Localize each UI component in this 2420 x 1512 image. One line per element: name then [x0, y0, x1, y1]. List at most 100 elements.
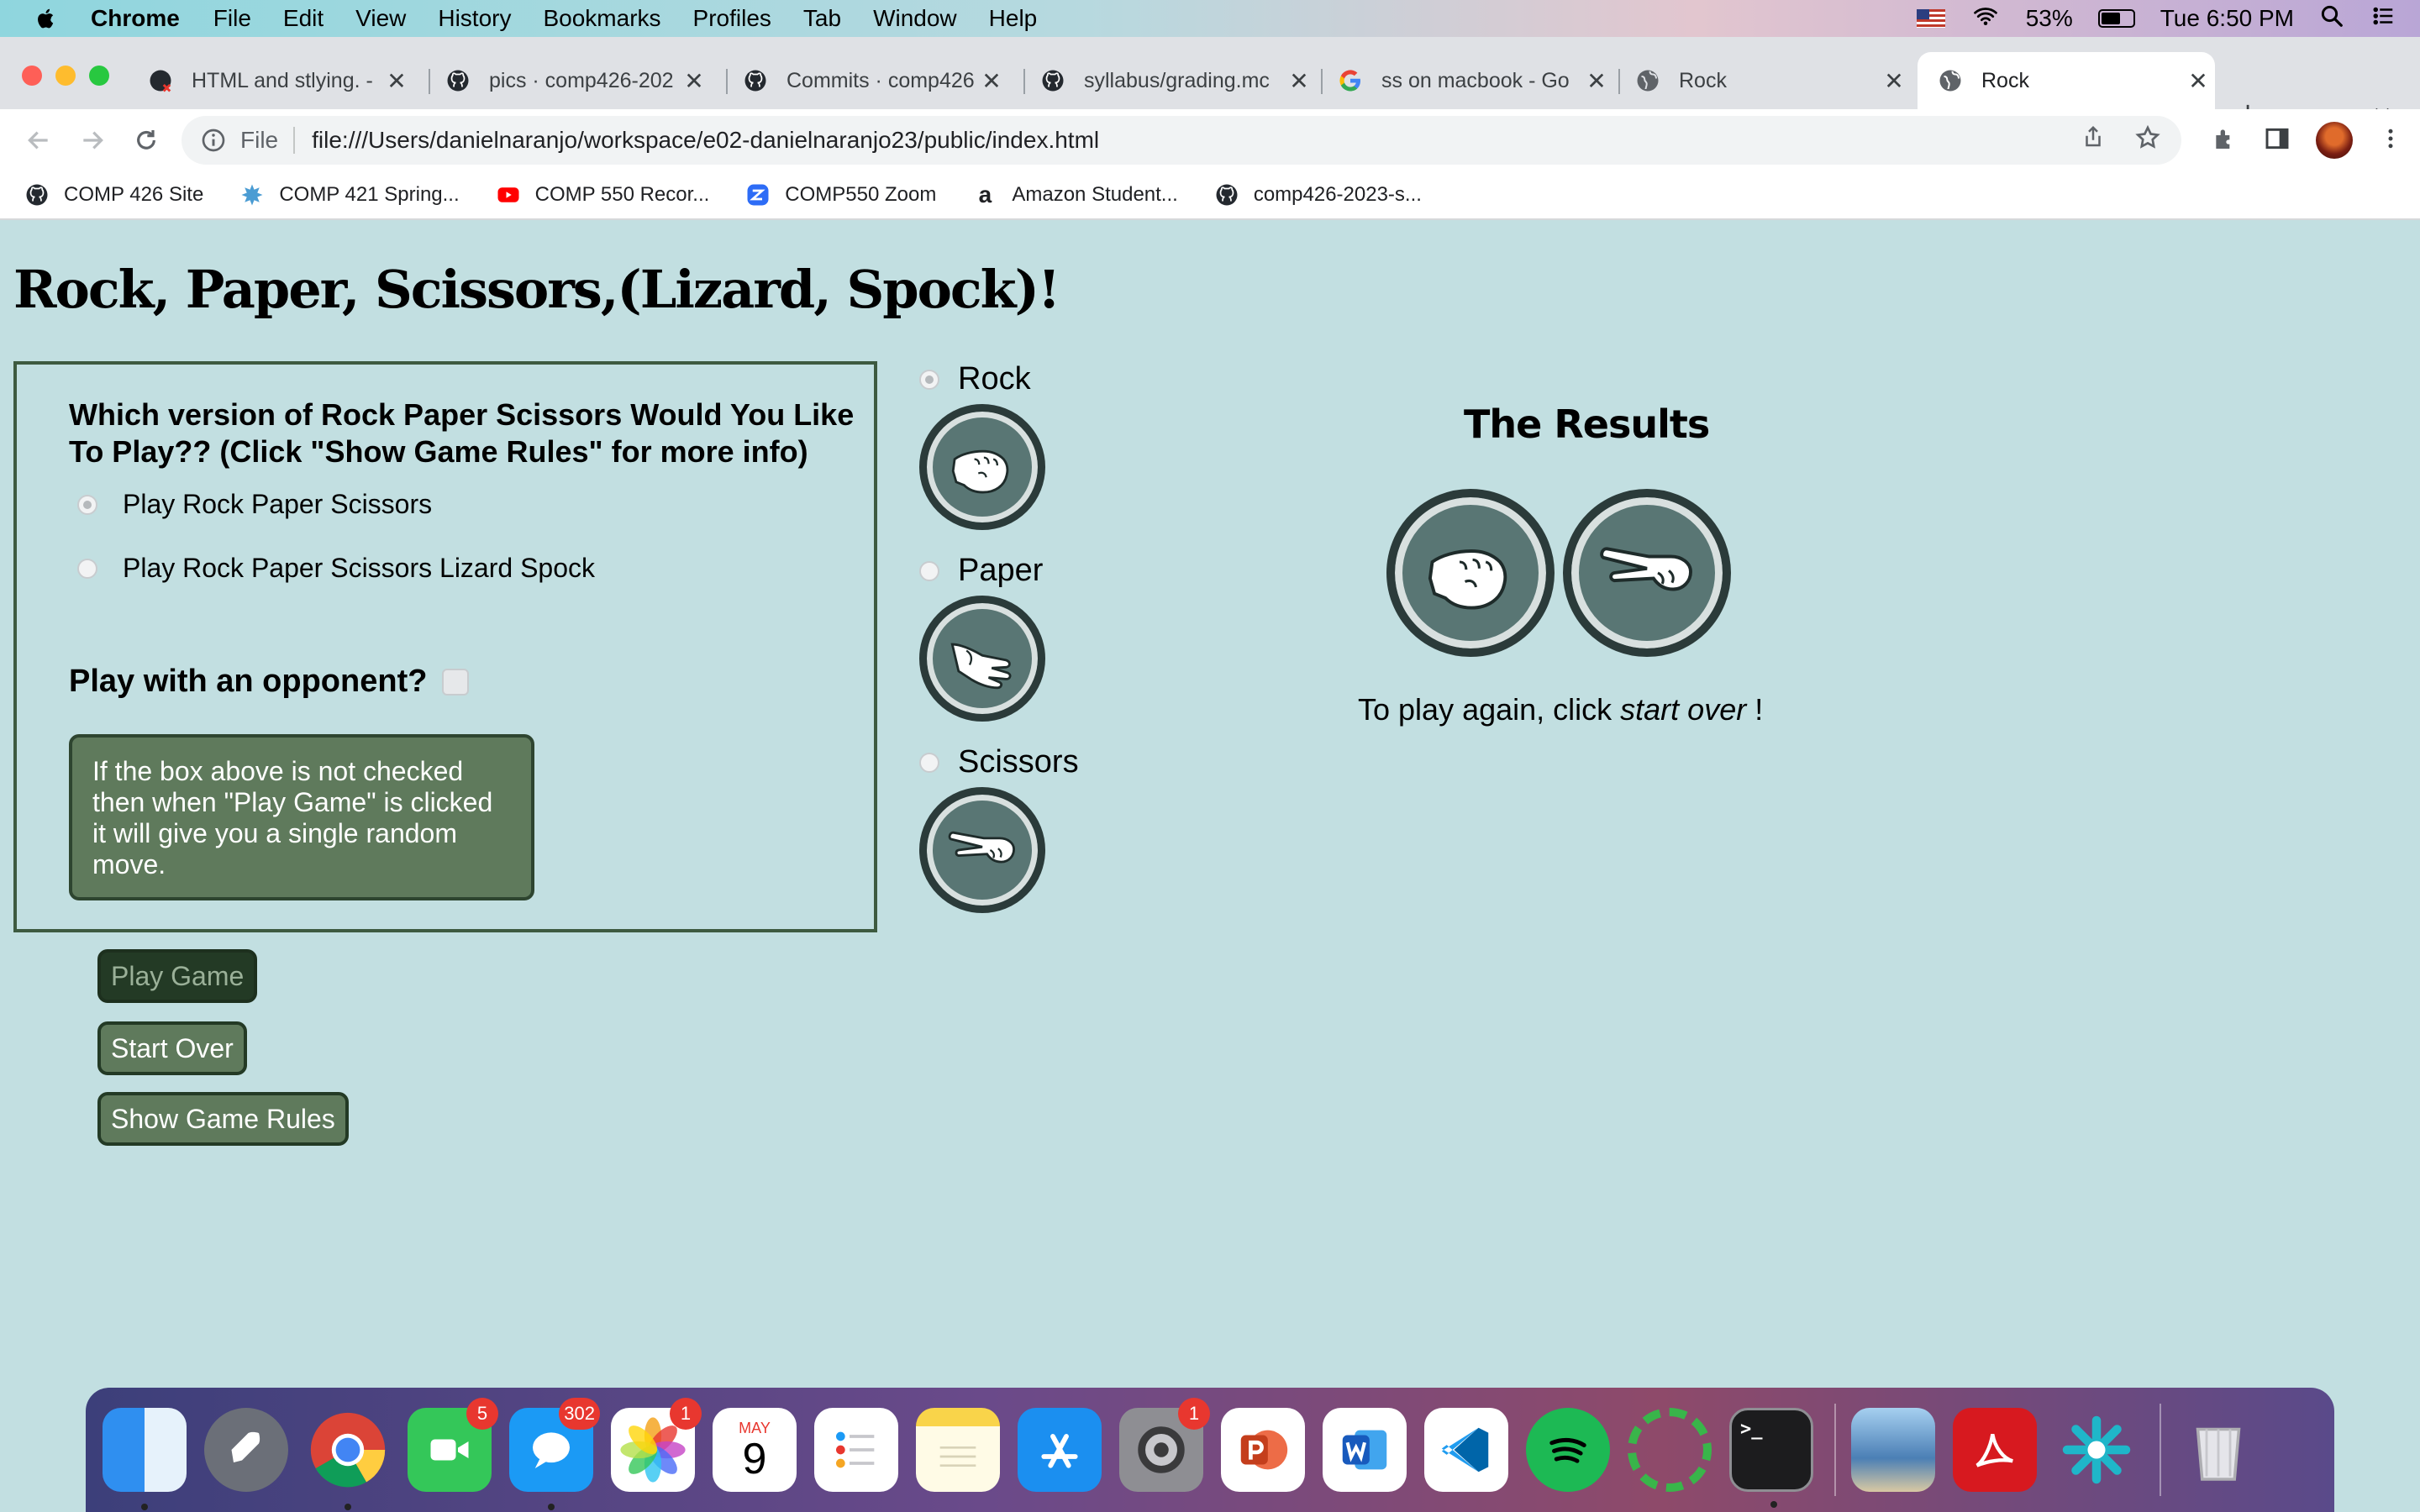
move-paper[interactable]: Paper — [919, 553, 1045, 722]
preview-icon[interactable] — [1851, 1408, 1935, 1492]
tab-rock[interactable]: Rock ✕ — [1615, 52, 1911, 109]
messages-icon[interactable]: 302 — [509, 1398, 600, 1510]
menu-bookmarks[interactable]: Bookmarks — [543, 5, 660, 32]
kebab-menu-icon[interactable] — [2378, 125, 2403, 156]
close-tab-icon[interactable]: ✕ — [1877, 67, 1911, 95]
bookmark-comp550-recordings[interactable]: COMP 550 Recor... — [495, 181, 709, 208]
reminders-icon[interactable] — [814, 1408, 898, 1492]
menu-profiles[interactable]: Profiles — [693, 5, 771, 32]
close-tab-icon[interactable]: ✕ — [975, 67, 1008, 95]
loading-ring-app-icon[interactable] — [1628, 1408, 1712, 1492]
globe-icon — [1635, 68, 1660, 93]
option-rps[interactable]: Play Rock Paper Scissors — [77, 489, 432, 520]
wifi-icon[interactable] — [1970, 3, 2001, 34]
bookmark-comp426-site[interactable]: COMP 426 Site — [24, 181, 203, 208]
close-tab-icon[interactable]: ✕ — [677, 67, 711, 95]
menu-file[interactable]: File — [213, 5, 251, 32]
reload-icon[interactable] — [131, 125, 161, 155]
close-tab-icon[interactable]: ✕ — [1282, 67, 1316, 95]
show-game-rules-button[interactable]: Show Game Rules — [97, 1092, 349, 1146]
play-again-text: To play again, click start over ! — [1358, 692, 1763, 727]
battery-percent[interactable]: 53% — [2026, 5, 2073, 32]
zoom-window-button[interactable] — [89, 66, 109, 86]
url-text[interactable]: file:///Users/danielnaranjo/workspace/e0… — [312, 127, 1099, 154]
app-store-icon[interactable] — [1018, 1408, 1102, 1492]
start-over-button[interactable]: Start Over — [97, 1021, 247, 1075]
menu-app-chrome[interactable]: Chrome — [91, 5, 180, 32]
chrome-icon[interactable] — [306, 1408, 390, 1510]
spotlight-search-icon[interactable] — [2319, 3, 2344, 34]
apple-icon[interactable] — [34, 4, 62, 33]
play-game-button[interactable]: Play Game — [97, 949, 258, 1003]
tab-pics[interactable]: pics · comp426-202 ✕ — [425, 52, 711, 109]
acrobat-icon[interactable] — [1953, 1408, 2037, 1492]
spotify-icon[interactable] — [1526, 1408, 1610, 1492]
tab-rock-active[interactable]: Rock ✕ — [1918, 52, 2215, 109]
radio-rps[interactable] — [77, 494, 97, 515]
opponent-checkbox[interactable] — [442, 668, 470, 696]
input-source-flag-icon[interactable] — [1916, 9, 1945, 28]
menu-history[interactable]: History — [438, 5, 511, 32]
paper-hand-icon[interactable] — [919, 596, 1045, 722]
minimize-window-button[interactable] — [55, 66, 76, 86]
forward-icon[interactable] — [77, 125, 108, 155]
control-center-icon[interactable] — [2370, 3, 2396, 34]
share-icon[interactable] — [2081, 124, 2106, 157]
scissors-hand-icon[interactable] — [919, 787, 1045, 913]
info-icon[interactable] — [200, 127, 227, 154]
menu-view[interactable]: View — [355, 5, 406, 32]
move-paper-row[interactable]: Paper — [919, 553, 1045, 589]
radio-paper[interactable] — [919, 560, 939, 581]
bookmark-comp421[interactable]: COMP 421 Spring... — [239, 181, 460, 208]
menubar-clock[interactable]: Tue 6:50 PM — [2160, 5, 2294, 32]
side-panel-icon[interactable] — [2264, 125, 2291, 156]
close-window-button[interactable] — [22, 66, 42, 86]
close-tab-icon[interactable]: ✕ — [1580, 67, 1613, 95]
back-icon[interactable] — [24, 125, 54, 155]
tab-syllabus[interactable]: syllabus/grading.mc ✕ — [1020, 52, 1316, 109]
photos-icon[interactable]: 1 — [611, 1398, 702, 1492]
finder-icon[interactable] — [103, 1408, 187, 1510]
calendar-icon[interactable]: MAY 9 — [713, 1408, 797, 1492]
system-settings-icon[interactable]: 1 — [1119, 1398, 1210, 1492]
profile-avatar[interactable] — [2316, 122, 2353, 159]
menu-tab[interactable]: Tab — [803, 5, 841, 32]
terminal-icon[interactable]: >_ — [1729, 1408, 1813, 1508]
asterisk-app-icon[interactable] — [2054, 1408, 2139, 1492]
bookmark-comp426-2023[interactable]: comp426-2023-s... — [1213, 181, 1422, 208]
option-rpsls[interactable]: Play Rock Paper Scissors Lizard Spock — [77, 553, 595, 584]
tab-commits[interactable]: Commits · comp426 ✕ — [723, 52, 1008, 109]
move-rock[interactable]: Rock — [919, 361, 1045, 530]
rock-hand-icon[interactable] — [919, 404, 1045, 530]
move-scissors[interactable]: Scissors — [919, 744, 1079, 913]
notes-icon[interactable] — [916, 1408, 1000, 1492]
radio-rock[interactable] — [919, 369, 939, 390]
start-over-link[interactable]: start over — [1620, 692, 1746, 727]
radio-rpsls[interactable] — [77, 558, 97, 579]
dock-separator — [1834, 1404, 1836, 1496]
facetime-icon[interactable]: 5 — [408, 1398, 498, 1492]
extensions-puzzle-icon[interactable] — [2212, 125, 2238, 156]
bookmark-star-icon[interactable] — [2134, 124, 2161, 157]
address-bar[interactable]: File file:///Users/danielnaranjo/workspa… — [182, 116, 2181, 165]
menu-window[interactable]: Window — [873, 5, 957, 32]
tab-google-search[interactable]: ss on macbook - Go ✕ — [1318, 52, 1613, 109]
tab-title: syllabus/grading.mc — [1084, 68, 1270, 92]
powerpoint-icon[interactable] — [1221, 1408, 1305, 1492]
word-icon[interactable] — [1323, 1408, 1407, 1492]
close-tab-icon[interactable]: ✕ — [2181, 67, 2215, 95]
battery-icon[interactable] — [2097, 9, 2135, 28]
tab-html-styling[interactable]: HTML and stlying. - ✕ — [128, 52, 413, 109]
bookmark-amazon-student[interactable]: a Amazon Student... — [971, 181, 1178, 208]
launchpad-icon[interactable] — [204, 1408, 288, 1492]
menu-help[interactable]: Help — [989, 5, 1038, 32]
macos-dock: 5 302 1 MAY 9 1 >_ — [86, 1388, 2334, 1512]
bookmark-comp550-zoom[interactable]: COMP550 Zoom — [744, 181, 936, 208]
radio-scissors[interactable] — [919, 752, 939, 773]
close-tab-icon[interactable]: ✕ — [380, 67, 413, 95]
menu-edit[interactable]: Edit — [283, 5, 324, 32]
trash-icon[interactable] — [2176, 1408, 2260, 1492]
vscode-icon[interactable] — [1424, 1408, 1508, 1492]
move-rock-row[interactable]: Rock — [919, 361, 1045, 397]
move-scissors-row[interactable]: Scissors — [919, 744, 1079, 780]
